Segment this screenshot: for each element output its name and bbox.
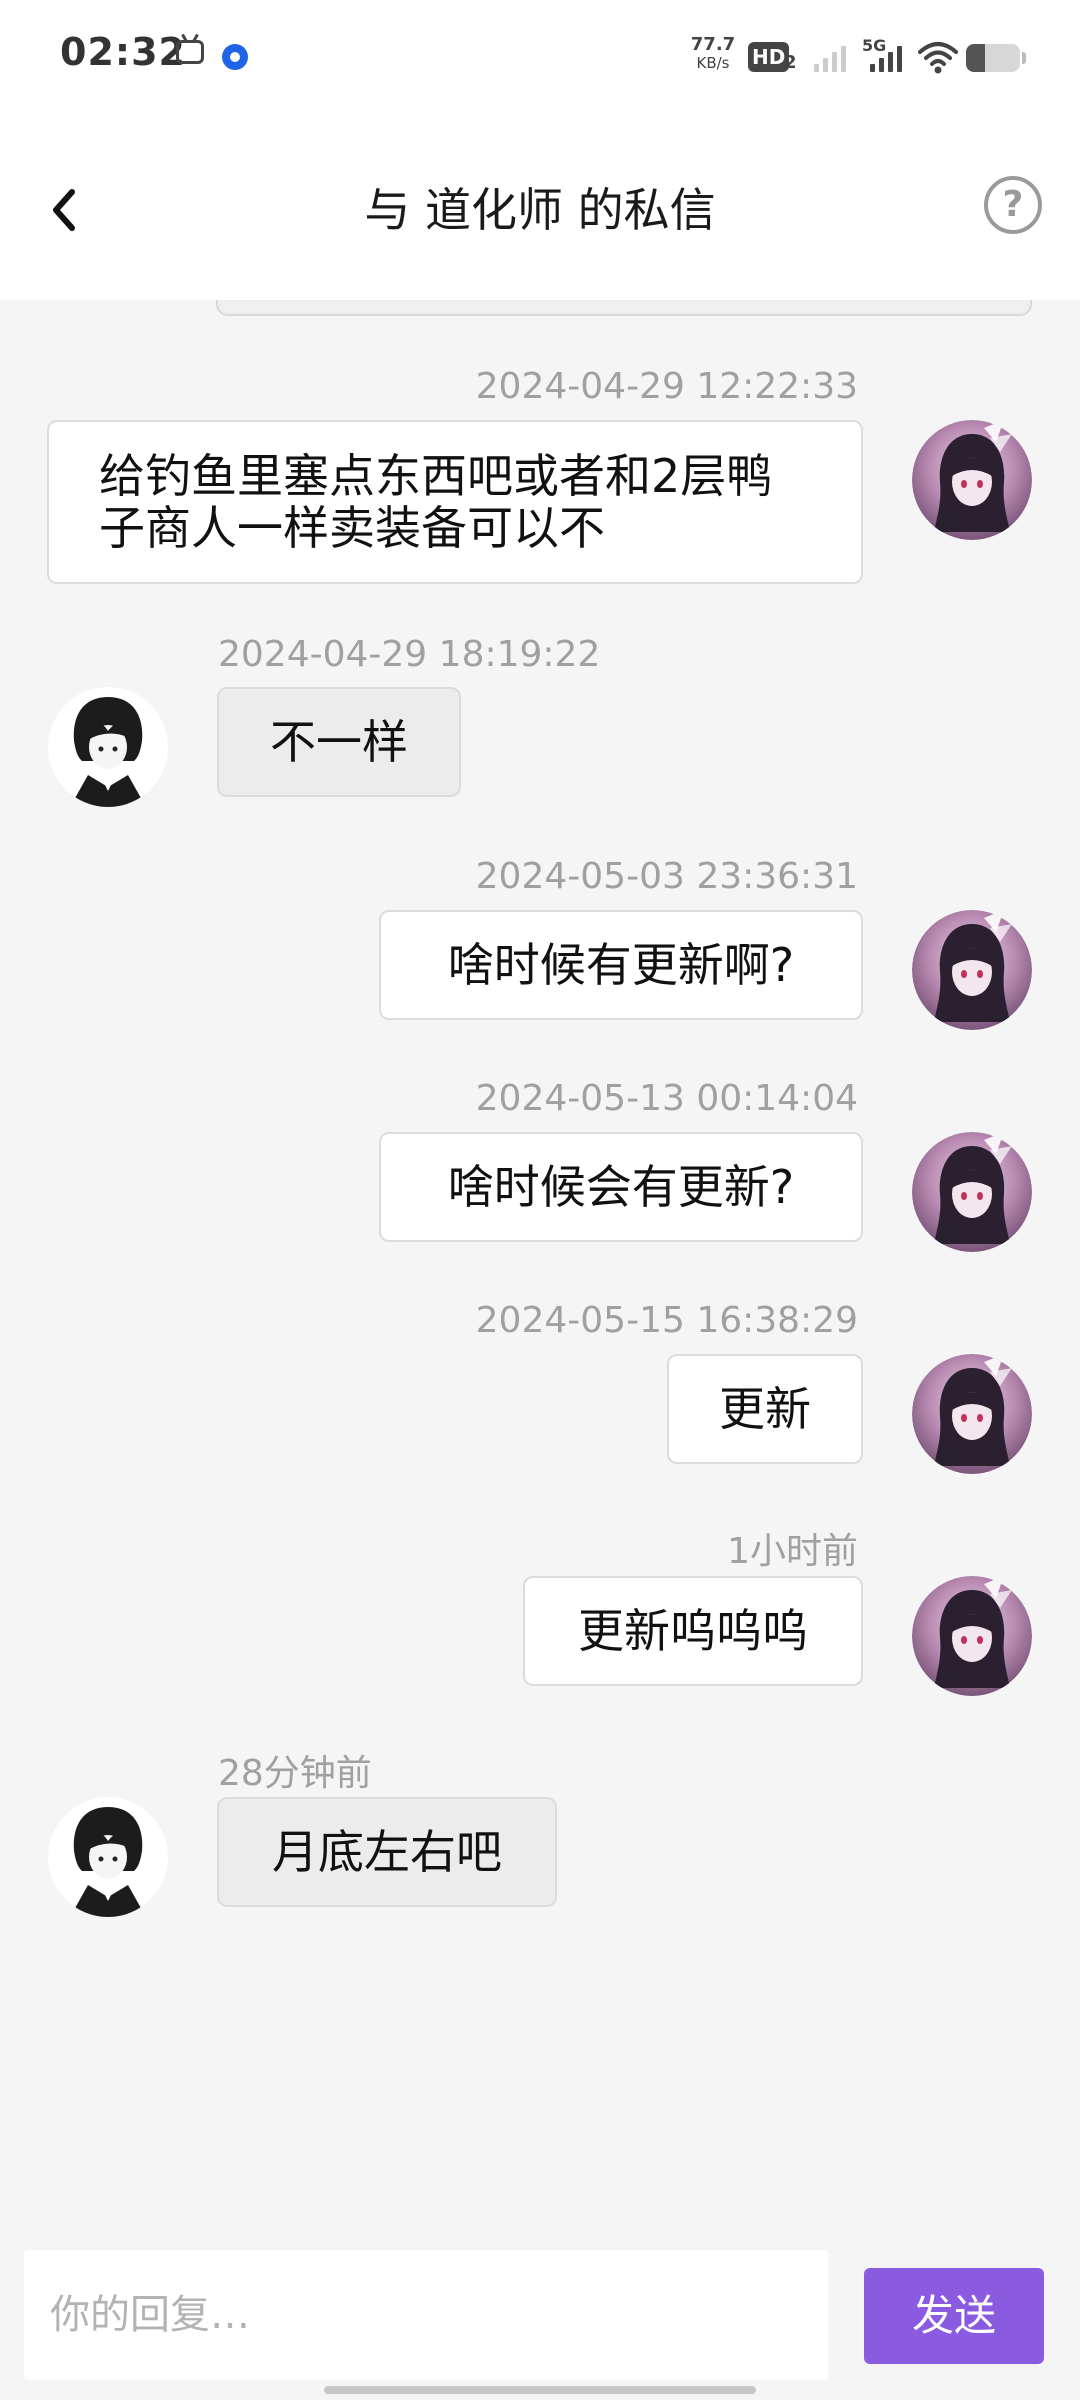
message-timestamp: 28分钟前 <box>218 1753 372 1794</box>
avatar-me[interactable] <box>912 420 1032 540</box>
message-text: 啥时候有更新啊? <box>447 938 795 992</box>
message-text: 更新呜呜呜 <box>578 1604 808 1658</box>
message-text-line: 给钓鱼里塞点东西吧或者和2层鸭 <box>99 449 773 503</box>
avatar-me[interactable] <box>912 1576 1032 1696</box>
home-indicator[interactable] <box>324 2386 756 2394</box>
previous-message-bubble <box>216 300 1032 316</box>
battery-level-fill <box>966 44 985 72</box>
message-timestamp: 1小时前 <box>727 1531 858 1572</box>
message-text: 月底左右吧 <box>272 1825 502 1879</box>
message-bubble-mine: 给钓鱼里塞点东西吧或者和2层鸭 子商人一样卖装备可以不 <box>47 420 863 584</box>
message-timestamp: 2024-05-03 23:36:31 <box>475 856 858 897</box>
question-circle-icon[interactable]: ? <box>984 176 1042 234</box>
avatar-me[interactable] <box>912 910 1032 1030</box>
message-text-line: 子商人一样卖装备可以不 <box>99 501 605 555</box>
message-bubble-mine: 啥时候有更新啊? <box>379 910 863 1020</box>
avatar-them[interactable] <box>48 687 168 807</box>
message-list[interactable]: 2024-04-29 12:22:33 给钓鱼里塞点东西吧或者和2层鸭 子商人一… <box>0 300 1080 2240</box>
message-bubble-mine: 更新 <box>667 1354 863 1464</box>
message-bubble-theirs: 不一样 <box>217 687 461 797</box>
message-text: 更新 <box>719 1382 811 1436</box>
battery-icon <box>966 44 1020 72</box>
message-timestamp: 2024-05-13 00:14:04 <box>475 1078 858 1119</box>
message-bubble-theirs: 月底左右吧 <box>217 1797 557 1907</box>
message-bubble-mine: 更新呜呜呜 <box>523 1576 863 1686</box>
avatar-me[interactable] <box>912 1132 1032 1252</box>
wifi-icon <box>918 42 958 74</box>
chat-header: 与 道化师 的私信 ? <box>0 110 1080 300</box>
message-timestamp: 2024-04-29 12:22:33 <box>475 366 858 407</box>
reply-input[interactable] <box>24 2250 828 2380</box>
battery-tip <box>1022 52 1026 64</box>
message-text: 不一样 <box>270 715 408 769</box>
message-timestamp: 2024-04-29 18:19:22 <box>218 634 601 675</box>
signal-2-icon <box>868 42 904 72</box>
message-text: 啥时候会有更新? <box>447 1160 795 1214</box>
network-speed-value: 77.7 <box>690 34 736 55</box>
chevron-left-icon[interactable] <box>36 170 96 250</box>
send-button[interactable]: 发送 <box>864 2268 1044 2364</box>
blue-circle-app-icon <box>222 44 248 70</box>
composer-bar: 发送 <box>0 2240 1080 2400</box>
network-speed-unit: KB/s <box>696 54 730 72</box>
network-speed: 77.7 KB/s <box>688 34 738 73</box>
signal-1-icon <box>812 40 848 72</box>
status-time: 02:32 <box>60 30 186 74</box>
message-bubble-mine: 啥时候会有更新? <box>379 1132 863 1242</box>
hd-voice-sub: 2 <box>784 52 797 73</box>
avatar-me[interactable] <box>912 1354 1032 1474</box>
bilibili-tv-icon <box>176 40 204 64</box>
avatar-them[interactable] <box>48 1797 168 1917</box>
status-bar: 02:32 77.7 KB/s HD 2 5G <box>0 0 1080 110</box>
page-title: 与 道化师 的私信 <box>364 183 716 237</box>
message-timestamp: 2024-05-15 16:38:29 <box>475 1300 858 1341</box>
